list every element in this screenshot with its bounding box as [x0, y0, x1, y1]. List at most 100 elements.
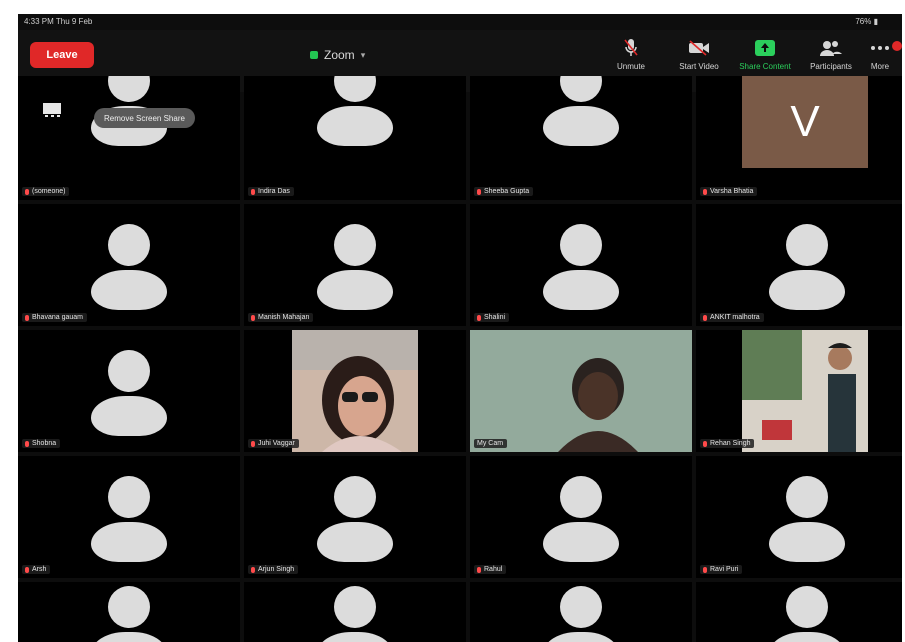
- avatar-placeholder-icon: [108, 224, 150, 266]
- profile-initial: V: [742, 76, 868, 168]
- participant-tile[interactable]: [244, 582, 466, 642]
- participant-tile[interactable]: Ravi Puri: [696, 456, 902, 578]
- participant-tile[interactable]: Sheeba Gupta: [470, 76, 692, 200]
- battery-level: 76% ▮: [855, 17, 878, 26]
- participant-name-label: Ravi Puri: [710, 566, 739, 573]
- gallery-view: (someone) Remove Screen Share Indira Das Sh…: [18, 76, 902, 642]
- participant-tile[interactable]: V Varsha Bhatia: [696, 76, 902, 200]
- participant-name: Varsha Bhatia: [700, 187, 758, 196]
- avatar-placeholder-icon: [334, 224, 376, 266]
- participant-tile[interactable]: Bhavana gauam: [18, 204, 240, 326]
- participant-name-label: Bhavana gauam: [32, 314, 83, 321]
- avatar-placeholder-body: [543, 106, 619, 146]
- participant-video: [742, 330, 868, 452]
- microphone-muted-icon: [477, 188, 481, 195]
- microphone-muted-icon: [703, 440, 707, 447]
- participant-name-label: Shalini: [484, 314, 506, 321]
- more-button[interactable]: More: [858, 38, 902, 71]
- participant-tile[interactable]: [18, 582, 240, 642]
- participant-name: Rahul: [474, 565, 507, 574]
- participants-button[interactable]: Participants: [796, 38, 866, 71]
- avatar-placeholder-body: [769, 522, 845, 562]
- participant-tile[interactable]: Rahul: [470, 456, 692, 578]
- share-content-label: Share Content: [739, 62, 791, 71]
- participant-name: (someone): [22, 187, 70, 196]
- leave-button[interactable]: Leave: [30, 42, 94, 68]
- zoom-window: 4:33 PM Thu 9 Feb 76% ▮ Leave Zoom ▾ Unm…: [18, 14, 902, 642]
- unmute-label: Unmute: [616, 62, 645, 71]
- participants-label: Participants: [810, 62, 852, 71]
- start-video-label: Start Video: [679, 62, 719, 71]
- avatar-placeholder-body: [317, 522, 393, 562]
- participant-tile[interactable]: Rehan Singh: [696, 330, 902, 452]
- avatar-placeholder-icon: [786, 586, 828, 628]
- avatar-placeholder-icon: [786, 476, 828, 518]
- participant-name-label: Rehan Singh: [710, 440, 751, 447]
- avatar-placeholder-icon: [334, 76, 376, 102]
- avatar-placeholder-icon: [560, 224, 602, 266]
- avatar-placeholder-icon: [334, 586, 376, 628]
- participant-tile[interactable]: Indira Das: [244, 76, 466, 200]
- video-camera-icon: [664, 38, 734, 58]
- avatar-placeholder-body: [91, 396, 167, 436]
- participant-tile[interactable]: Juhi Vaggar: [244, 330, 466, 452]
- avatar-placeholder-icon: [108, 586, 150, 628]
- microphone-muted-icon: [703, 566, 707, 573]
- meeting-title-label: Zoom: [324, 48, 355, 62]
- avatar-placeholder-body: [317, 106, 393, 146]
- participant-tile[interactable]: (someone) Remove Screen Share: [18, 76, 240, 200]
- avatar-placeholder-icon: [108, 76, 150, 102]
- participant-name: Bhavana gauam: [22, 313, 87, 322]
- participant-tile[interactable]: Arjun Singh: [244, 456, 466, 578]
- status-bar: 4:33 PM Thu 9 Feb 76% ▮: [18, 14, 902, 30]
- microphone-muted-icon: [251, 314, 255, 321]
- microphone-muted-icon: [703, 188, 707, 195]
- avatar-placeholder-icon: [560, 76, 602, 102]
- unmute-button[interactable]: Unmute: [596, 38, 666, 71]
- microphone-muted-icon: [25, 188, 29, 195]
- participant-tile[interactable]: ANKIT malhotra: [696, 204, 902, 326]
- participant-name-label: My Cam: [477, 440, 504, 447]
- participant-tile[interactable]: Shobna: [18, 330, 240, 452]
- meeting-title[interactable]: Zoom ▾: [310, 44, 365, 66]
- participant-name-label: Arsh: [32, 566, 47, 573]
- microphone-muted-icon: [477, 566, 481, 573]
- participant-name: Rehan Singh: [700, 439, 755, 448]
- participant-name-label: Arjun Singh: [258, 566, 295, 573]
- participant-tile[interactable]: My Cam: [470, 330, 692, 452]
- participant-tile[interactable]: Manish Mahajan: [244, 204, 466, 326]
- notification-badge: [892, 41, 902, 51]
- participant-tile[interactable]: [696, 582, 902, 642]
- participant-tile[interactable]: [470, 582, 692, 642]
- avatar-placeholder-body: [317, 270, 393, 310]
- participant-tile[interactable]: Arsh: [18, 456, 240, 578]
- start-video-button[interactable]: Start Video: [664, 38, 734, 71]
- avatar-placeholder-body: [91, 632, 167, 642]
- participant-name: Shalini: [474, 313, 510, 322]
- participant-name-label: ANKIT malhotra: [710, 314, 760, 321]
- participant-name: Indira Das: [248, 187, 294, 196]
- microphone-muted-icon: [251, 566, 255, 573]
- share-content-button[interactable]: Share Content: [730, 38, 800, 71]
- microphone-muted-icon: [251, 188, 255, 195]
- active-speaker-video: [470, 330, 692, 452]
- chevron-down-icon: ▾: [360, 49, 366, 60]
- screen-share-icon[interactable]: [42, 102, 62, 118]
- participant-name-label: Sheeba Gupta: [484, 188, 530, 195]
- avatar-placeholder-icon: [334, 476, 376, 518]
- participant-name: Shobna: [22, 439, 61, 448]
- avatar-placeholder-icon: [108, 350, 150, 392]
- microphone-muted-icon: [25, 314, 29, 321]
- participant-name: Arsh: [22, 565, 51, 574]
- participant-name: Sheeba Gupta: [474, 187, 534, 196]
- participant-name-label: Manish Mahajan: [258, 314, 310, 321]
- participant-name: My Cam: [474, 439, 508, 448]
- participants-icon: [796, 38, 866, 58]
- avatar-placeholder-icon: [560, 476, 602, 518]
- participant-tile[interactable]: Shalini: [470, 204, 692, 326]
- microphone-muted-icon: [596, 38, 666, 58]
- remove-screen-share-button[interactable]: Remove Screen Share: [94, 108, 195, 128]
- avatar-placeholder-body: [769, 270, 845, 310]
- status-time: 4:33 PM Thu 9 Feb: [24, 17, 93, 26]
- avatar-placeholder-body: [91, 270, 167, 310]
